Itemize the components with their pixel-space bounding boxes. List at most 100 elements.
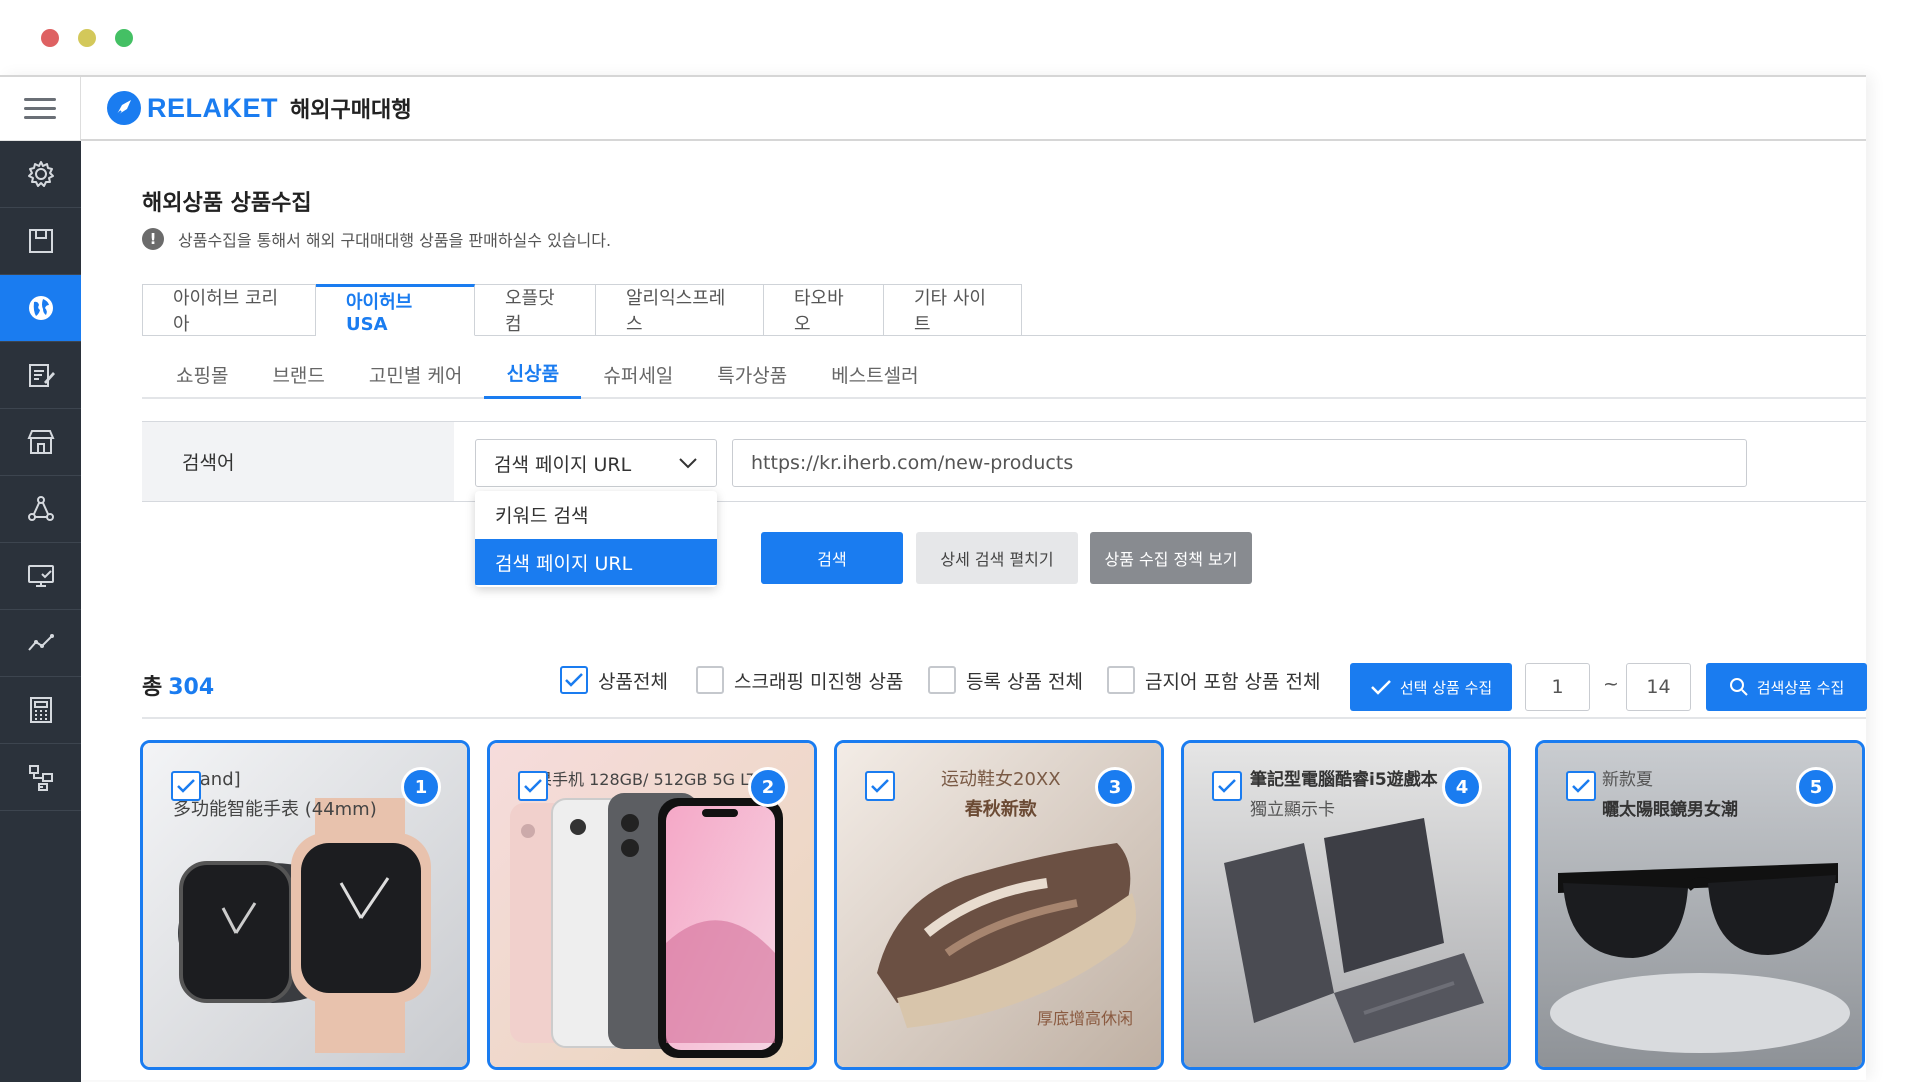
sidebar-item-hierarchy[interactable] (0, 744, 81, 811)
edit-document-icon (28, 364, 55, 387)
sidebar-item-analytics[interactable] (0, 610, 81, 677)
sidebar-item-store[interactable] (0, 409, 81, 476)
sub-tabs: 쇼핑몰 브랜드 고민별 케어 신상품 슈퍼세일 특가상품 베스트셀러 (142, 349, 1866, 399)
product-checkbox[interactable] (1212, 771, 1242, 801)
product-title: 新款夏 曬太陽眼鏡男女潮 (1602, 770, 1738, 820)
filter-registered[interactable]: 등록 상품 전체 (928, 666, 1083, 694)
chevron-down-icon (679, 458, 697, 469)
search-url-input[interactable] (732, 439, 1747, 487)
info-icon: ! (142, 228, 164, 250)
checkbox-checked-icon[interactable] (560, 666, 588, 694)
page-title: 해외상품 상품수집 (142, 191, 312, 216)
filter-label: 스크래핑 미진행 상품 (734, 670, 904, 693)
product-title: [Brand] 多功能智能手表 (44mm) (173, 769, 377, 820)
sidebar-item-edit[interactable] (0, 342, 81, 409)
search-type-select[interactable]: 검색 페이지 URL (475, 439, 717, 487)
product-card[interactable]: [Brand] 多功能智能手表 (44mm) 1 (140, 740, 470, 1070)
sidebar-item-monitor[interactable] (0, 543, 81, 610)
product-subtitle: 厚底增高休闲 (1037, 1009, 1134, 1028)
minimize-window-dot[interactable] (78, 29, 96, 47)
checkbox-icon[interactable] (928, 666, 956, 694)
subtab-special-price[interactable]: 특가상품 (695, 349, 809, 399)
sidebar-item-settings[interactable] (0, 141, 81, 208)
total-label: 총 (142, 675, 163, 700)
check-icon (1370, 680, 1391, 695)
network-icon (27, 496, 54, 521)
search-button[interactable]: 검색 (761, 532, 903, 584)
subtab-new-products[interactable]: 신상품 (484, 349, 582, 399)
product-title: 运动鞋女20XX 春秋新款 (941, 769, 1061, 820)
page-from-input[interactable]: 1 (1525, 663, 1590, 711)
filter-label: 금지어 포함 상품 전체 (1145, 670, 1321, 693)
page-to-input[interactable]: 14 (1626, 663, 1691, 711)
close-window-dot[interactable] (41, 29, 59, 47)
search-icon (1729, 678, 1748, 696)
product-card[interactable]: 运动鞋女20XX 春秋新款 厚底增高休闲 3 (834, 740, 1164, 1070)
logo-text: RELAKET (147, 92, 278, 123)
tab-iherb-korea[interactable]: 아이허브 코리아 (142, 284, 316, 336)
product-checkbox[interactable] (1566, 771, 1596, 801)
sidebar-item-calculator[interactable] (0, 677, 81, 744)
subtab-super-sale[interactable]: 슈퍼세일 (581, 349, 695, 399)
tab-oplcom[interactable]: 오플닷컴 (475, 284, 596, 336)
checkbox-icon[interactable] (1107, 666, 1135, 694)
product-checkbox[interactable] (171, 771, 201, 801)
maximize-window-dot[interactable] (115, 29, 133, 47)
subtab-concern-care[interactable]: 고민별 케어 (347, 349, 484, 399)
store-icon (26, 430, 55, 454)
range-separator: ~ (1603, 673, 1619, 695)
dropdown-option-keyword[interactable]: 키워드 검색 (475, 491, 717, 537)
tab-aliexpress[interactable]: 알리익스프레스 (596, 284, 764, 336)
product-index-badge: 4 (1442, 767, 1482, 807)
subtab-shoppingmall[interactable]: 쇼핑몰 (142, 349, 250, 399)
filter-banned-words[interactable]: 금지어 포함 상품 전체 (1107, 666, 1320, 694)
app-header: RELAKET 해외구매대행 (81, 77, 1866, 141)
product-title: 筆記型電腦酷睿i5遊戲本 獨立顯示卡 (1250, 770, 1438, 820)
sidebar-item-save[interactable] (0, 208, 81, 275)
tab-other-sites[interactable]: 기타 사이트 (884, 284, 1022, 336)
product-checkbox[interactable] (518, 771, 548, 801)
relaket-logo-icon (107, 91, 141, 125)
search-type-value: 검색 페이지 URL (494, 453, 632, 476)
hamburger-icon (24, 97, 56, 120)
search-label: 검색어 (142, 422, 454, 501)
product-index-badge: 5 (1796, 767, 1836, 807)
floppy-icon (28, 229, 53, 253)
tab-taobao[interactable]: 타오바오 (764, 284, 884, 336)
total-count: 총 304 (142, 669, 214, 701)
app-window: RELAKET 해외구매대행 해외상품 상품수집 ! 상품수집을 통해서 해외 … (0, 75, 1867, 1082)
sidebar-item-overseas[interactable] (0, 275, 81, 342)
tab-iherb-usa[interactable]: 아이허브 USA (316, 284, 475, 336)
subtab-brand[interactable]: 브랜드 (250, 349, 346, 399)
filter-not-scraped[interactable]: 스크래핑 미진행 상품 (696, 666, 903, 694)
window-titlebar (0, 0, 1920, 75)
total-number: 304 (168, 675, 215, 700)
search-type-dropdown: 키워드 검색 검색 페이지 URL (475, 491, 717, 587)
product-card[interactable]: 苹果手机 128GB/ 512GB 5G LTE 2 (487, 740, 817, 1070)
subtab-best-seller[interactable]: 베스트셀러 (809, 349, 940, 399)
sidebar-item-network[interactable] (0, 476, 81, 543)
product-card[interactable]: 新款夏 曬太陽眼鏡男女潮 5 (1535, 740, 1865, 1070)
checkbox-icon[interactable] (696, 666, 724, 694)
monitor-icon (27, 565, 54, 587)
collect-policy-button[interactable]: 상품 수집 정책 보기 (1090, 532, 1252, 584)
product-title: 苹果手机 128GB/ 512GB 5G LTE (520, 770, 767, 789)
dropdown-option-url[interactable]: 검색 페이지 URL (475, 539, 717, 585)
filter-all-products[interactable]: 상품전체 (560, 666, 668, 694)
collect-selected-button[interactable]: 선택 상품 수집 (1350, 663, 1512, 711)
product-index-badge: 1 (401, 767, 441, 807)
product-card[interactable]: 筆記型電腦酷睿i5遊戲本 獨立顯示卡 4 (1181, 740, 1511, 1070)
results-toolbar: 총 304 상품전체 스크래핑 미진행 상품 등록 상품 전체 금지어 포함 상품… (142, 663, 1867, 719)
product-grid: [Brand] 多功能智能手表 (44mm) 1 苹果手机 128GB/ 512… (140, 740, 1870, 1070)
filter-label: 등록 상품 전체 (966, 670, 1083, 693)
sidebar (0, 77, 81, 1082)
collect-selected-label: 선택 상품 수집 (1399, 678, 1493, 697)
menu-toggle-button[interactable] (0, 77, 81, 141)
hierarchy-icon (28, 765, 53, 791)
detail-search-button[interactable]: 상세 검색 펼치기 (916, 532, 1078, 584)
search-collect-button[interactable]: 검색상품 수집 (1706, 663, 1867, 711)
logo-subtitle: 해외구매대행 (290, 98, 412, 123)
product-checkbox[interactable] (865, 771, 895, 801)
page-description-text: 상품수집을 통해서 해외 구대매대행 상품을 판매하실수 있습니다. (178, 231, 612, 250)
product-index-badge: 3 (1095, 767, 1135, 807)
